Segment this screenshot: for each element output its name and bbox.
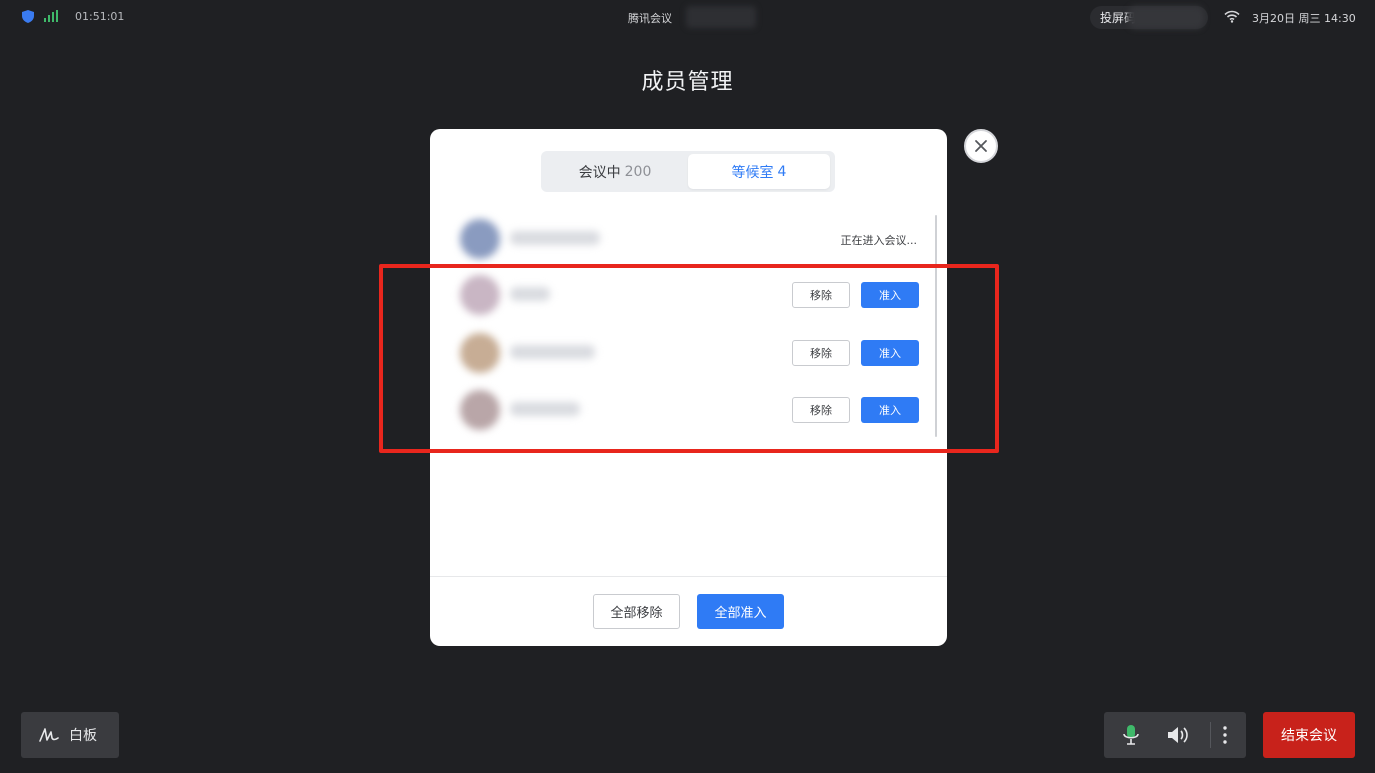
shield-icon <box>22 10 34 23</box>
whiteboard-label: 白板 <box>69 728 97 744</box>
whiteboard-icon <box>39 728 59 742</box>
list-item: 正在进入会议... <box>430 211 947 267</box>
control-separator <box>1210 722 1211 748</box>
avatar <box>460 219 500 259</box>
more-options-icon[interactable] <box>1222 724 1228 746</box>
meeting-app-name: 腾讯会议 <box>628 12 672 25</box>
page-title: 成员管理 <box>641 70 734 95</box>
member-name-redacted <box>510 231 600 245</box>
status-bar: 01:51:01 腾讯会议 投屏码 3月20日 周三 14:30 <box>0 0 1375 34</box>
audio-controls <box>1104 712 1246 758</box>
tab-in-meeting-count: 200 <box>624 163 652 180</box>
meeting-timer: 01:51:01 <box>75 10 125 23</box>
close-button[interactable] <box>964 129 998 163</box>
whiteboard-button[interactable]: 白板 <box>21 712 119 758</box>
tab-in-meeting-label: 会议中 <box>578 164 621 181</box>
microphone-icon[interactable] <box>1122 724 1140 746</box>
end-meeting-button[interactable]: 结束会议 <box>1263 712 1355 758</box>
member-status: 正在进入会议... <box>840 234 918 247</box>
close-icon <box>975 140 987 152</box>
tab-waiting-room[interactable]: 等候室 4 <box>688 154 830 189</box>
tab-waiting-room-count: 4 <box>777 163 787 180</box>
footer-divider <box>430 576 947 577</box>
admit-all-button[interactable]: 全部准入 <box>697 594 784 629</box>
cast-code-redacted <box>1128 6 1204 29</box>
tab-switcher: 会议中 200 等候室 4 <box>541 151 835 192</box>
tab-in-meeting[interactable]: 会议中 200 <box>544 154 686 189</box>
date-time: 3月20日 周三 14:30 <box>1252 12 1356 25</box>
tab-waiting-room-label: 等候室 <box>731 164 774 181</box>
speaker-icon[interactable] <box>1166 724 1192 746</box>
annotation-highlight-box <box>379 264 999 453</box>
remove-all-button[interactable]: 全部移除 <box>593 594 680 629</box>
wifi-icon <box>1224 10 1240 23</box>
meeting-id-redacted <box>686 6 756 28</box>
signal-icon <box>44 10 58 22</box>
